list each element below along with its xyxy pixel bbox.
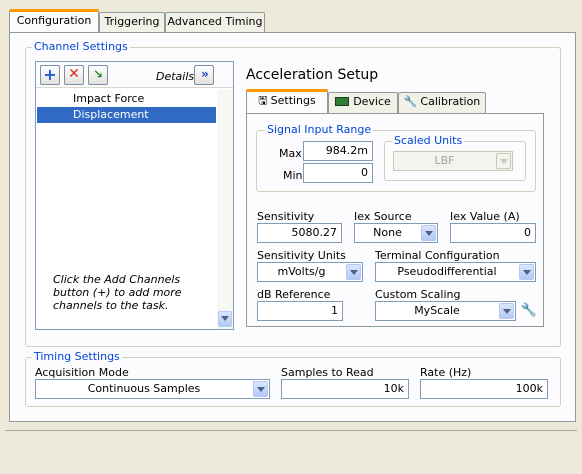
settings-subpanel: Signal Input Range Max 984.2m Min 0 Scal… [246, 113, 544, 327]
scaled-units-value: LBF [434, 154, 455, 167]
scaling-properties-button[interactable]: 🔧 [520, 301, 538, 321]
plus-icon: + [43, 65, 57, 84]
tab-triggering[interactable]: Triggering [99, 12, 165, 33]
iex-value-input[interactable]: 0 [450, 223, 536, 243]
terminal-configuration-select[interactable]: Pseudodifferential [375, 262, 536, 282]
wrench-icon: 🔧 [520, 303, 538, 318]
iex-value-label: Iex Value (A) [450, 210, 520, 223]
channel-list: + ✕ ↘ Details » Impact Force Displacemen… [35, 61, 234, 330]
subtab-calibration[interactable]: 🔧 Calibration [398, 92, 486, 114]
subtab-settings-label: Settings [270, 94, 316, 107]
wrench-icon: 🔧 [403, 95, 418, 108]
tab-advanced-timing[interactable]: Advanced Timing [165, 12, 265, 33]
custom-scaling-label: Custom Scaling [375, 288, 461, 301]
details-toggle-button[interactable]: » [194, 65, 214, 85]
sensitivity-units-label: Sensitivity Units [257, 249, 346, 262]
terminal-configuration-value: Pseudodifferential [397, 265, 497, 278]
channel-toolbar: + ✕ ↘ Details » [36, 62, 233, 88]
terminal-configuration-label: Terminal Configuration [375, 249, 500, 262]
channel-item-displacement[interactable]: Displacement [37, 107, 216, 123]
rate-input[interactable]: 100k [420, 379, 548, 399]
min-input[interactable]: 0 [303, 163, 373, 183]
sensitivity-input[interactable]: 5080.27 [257, 223, 342, 243]
details-label: Details [156, 70, 195, 83]
bottom-divider [5, 430, 577, 431]
subtab-settings[interactable]: 🖫 Settings [246, 89, 328, 114]
acquisition-mode-value: Continuous Samples [87, 382, 201, 395]
sensitivity-units-value: mVolts/g [277, 265, 326, 278]
add-channel-button[interactable]: + [40, 65, 60, 85]
rate-label: Rate (Hz) [420, 366, 472, 379]
chevron-down-icon [519, 264, 534, 280]
scaled-units-title: Scaled Units [392, 134, 465, 147]
max-label: Max [279, 147, 302, 160]
samples-to-read-label: Samples to Read [281, 366, 374, 379]
min-label: Min [283, 169, 303, 182]
channel-list-scrollbar[interactable] [217, 89, 233, 329]
db-reference-label: dB Reference [257, 288, 331, 301]
scaled-units-select: LBF [393, 151, 513, 171]
max-input[interactable]: 984.2m [303, 141, 373, 161]
connect-terminal-button[interactable]: ↘ [88, 65, 108, 85]
chevron-down-icon [253, 381, 268, 397]
channel-item-impact-force[interactable]: Impact Force [37, 91, 216, 107]
remove-channel-button[interactable]: ✕ [64, 65, 84, 85]
chevron-down-icon [421, 225, 436, 241]
channel-settings-title: Channel Settings [32, 40, 130, 53]
close-icon: ✕ [68, 66, 80, 82]
tab-configuration[interactable]: Configuration [9, 9, 99, 33]
iex-source-value: None [373, 226, 402, 239]
scroll-down-button[interactable] [218, 311, 232, 327]
setup-title: Acceleration Setup [246, 67, 379, 83]
wiring-icon: ↘ [92, 67, 104, 81]
signal-input-range-title: Signal Input Range [265, 123, 374, 136]
timing-settings-title: Timing Settings [32, 350, 122, 363]
sensitivity-label: Sensitivity [257, 210, 315, 223]
subtab-device[interactable]: Device [328, 92, 398, 114]
device-icon [335, 97, 350, 106]
acquisition-mode-select[interactable]: Continuous Samples [35, 379, 270, 399]
sensitivity-units-select[interactable]: mVolts/g [257, 262, 363, 282]
subtab-device-label: Device [353, 95, 391, 108]
chevron-down-icon [499, 303, 514, 319]
chevron-down-icon [496, 153, 511, 169]
chevron-down-icon [221, 316, 229, 321]
chevron-down-icon [346, 264, 361, 280]
samples-to-read-input[interactable]: 10k [281, 379, 409, 399]
double-chevron-right-icon: » [201, 67, 209, 81]
iex-source-select[interactable]: None [354, 223, 438, 243]
acquisition-mode-label: Acquisition Mode [35, 366, 129, 379]
subtab-calibration-label: Calibration [420, 95, 481, 108]
custom-scaling-select[interactable]: MyScale [375, 301, 516, 321]
settings-icon: 🖫 [258, 94, 268, 107]
iex-source-label: Iex Source [354, 210, 412, 223]
add-channels-hint: Click the Add Channels button (+) to add… [53, 273, 182, 312]
custom-scaling-value: MyScale [414, 304, 460, 317]
db-reference-input[interactable]: 1 [257, 301, 343, 321]
configuration-panel: Channel Settings + ✕ ↘ Details » Impact … [9, 32, 576, 422]
